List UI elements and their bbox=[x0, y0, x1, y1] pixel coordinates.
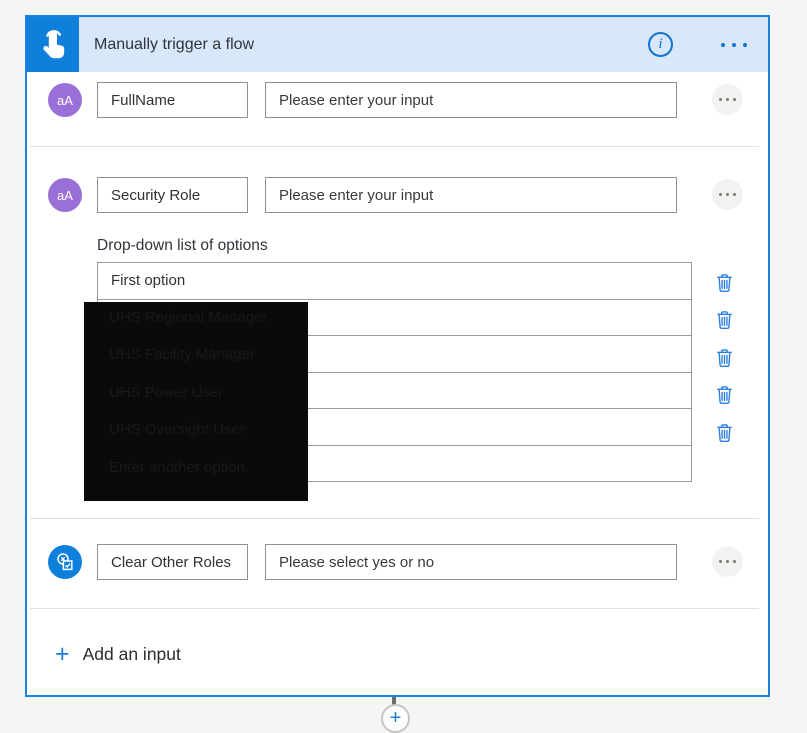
text-badge-glyph: aA bbox=[57, 93, 73, 108]
input-name-field-security-role[interactable] bbox=[97, 177, 248, 213]
manual-trigger-tile bbox=[27, 17, 79, 72]
input-name-field-fullname[interactable] bbox=[97, 82, 248, 118]
trigger-card-header[interactable]: Manually trigger a flow i bbox=[27, 17, 768, 72]
trash-icon bbox=[716, 423, 733, 442]
redacted-option-text: UHS Power User bbox=[109, 384, 223, 401]
row-menu-button-fullname[interactable] bbox=[712, 84, 743, 115]
delete-option-button-2[interactable] bbox=[713, 308, 735, 330]
info-glyph: i bbox=[658, 36, 662, 53]
info-icon[interactable]: i bbox=[648, 32, 673, 57]
trash-icon bbox=[716, 385, 733, 404]
input-value-field-fullname[interactable] bbox=[265, 82, 677, 118]
redaction-overlay: UHS Regional Manager UHS Facility Manage… bbox=[84, 302, 308, 501]
yes-no-input-type-icon bbox=[48, 545, 82, 579]
input-name-field-clear-other-roles[interactable] bbox=[97, 544, 248, 580]
row-divider bbox=[30, 518, 759, 519]
add-an-input-button[interactable]: + Add an input bbox=[55, 638, 181, 670]
text-badge-glyph: aA bbox=[57, 188, 73, 203]
dropdown-options-label: Drop-down list of options bbox=[97, 237, 268, 255]
tap-hand-icon bbox=[38, 26, 68, 64]
text-input-type-icon: aA bbox=[48, 178, 82, 212]
redacted-option-text: UHS Oversight User bbox=[109, 421, 245, 438]
boolean-icon bbox=[55, 552, 75, 572]
delete-option-button-4[interactable] bbox=[713, 383, 735, 405]
option-input-1[interactable] bbox=[98, 263, 691, 299]
redacted-option-text: UHS Regional Manager bbox=[109, 309, 267, 326]
delete-option-button-3[interactable] bbox=[713, 346, 735, 368]
flow-designer-canvas: Manually trigger a flow i aA aA Drop-dow… bbox=[0, 0, 807, 731]
row-menu-button-security-role[interactable] bbox=[712, 179, 743, 210]
trash-icon bbox=[716, 273, 733, 292]
card-title: Manually trigger a flow bbox=[94, 36, 254, 54]
plus-icon: + bbox=[55, 642, 70, 667]
option-row bbox=[97, 262, 692, 300]
manual-trigger-card: Manually trigger a flow i aA aA Drop-dow… bbox=[25, 15, 770, 697]
more-options-icon[interactable] bbox=[717, 32, 750, 57]
insert-step-button[interactable]: + bbox=[381, 704, 410, 733]
input-value-field-security-role[interactable] bbox=[265, 177, 677, 213]
text-input-type-icon: aA bbox=[48, 83, 82, 117]
row-menu-button-clear-other-roles[interactable] bbox=[712, 546, 743, 577]
delete-option-button-5[interactable] bbox=[713, 421, 735, 443]
add-input-label: Add an input bbox=[83, 644, 181, 665]
row-divider bbox=[30, 146, 759, 147]
trash-icon bbox=[716, 310, 733, 329]
redacted-option-text: UHS Facility Manager bbox=[109, 346, 255, 363]
redacted-option-text: Enter another option bbox=[109, 459, 245, 476]
input-value-field-clear-other-roles[interactable] bbox=[265, 544, 677, 580]
delete-option-button-1[interactable] bbox=[713, 271, 735, 293]
row-divider bbox=[30, 608, 759, 609]
plus-icon: + bbox=[390, 708, 402, 728]
trash-icon bbox=[716, 348, 733, 367]
